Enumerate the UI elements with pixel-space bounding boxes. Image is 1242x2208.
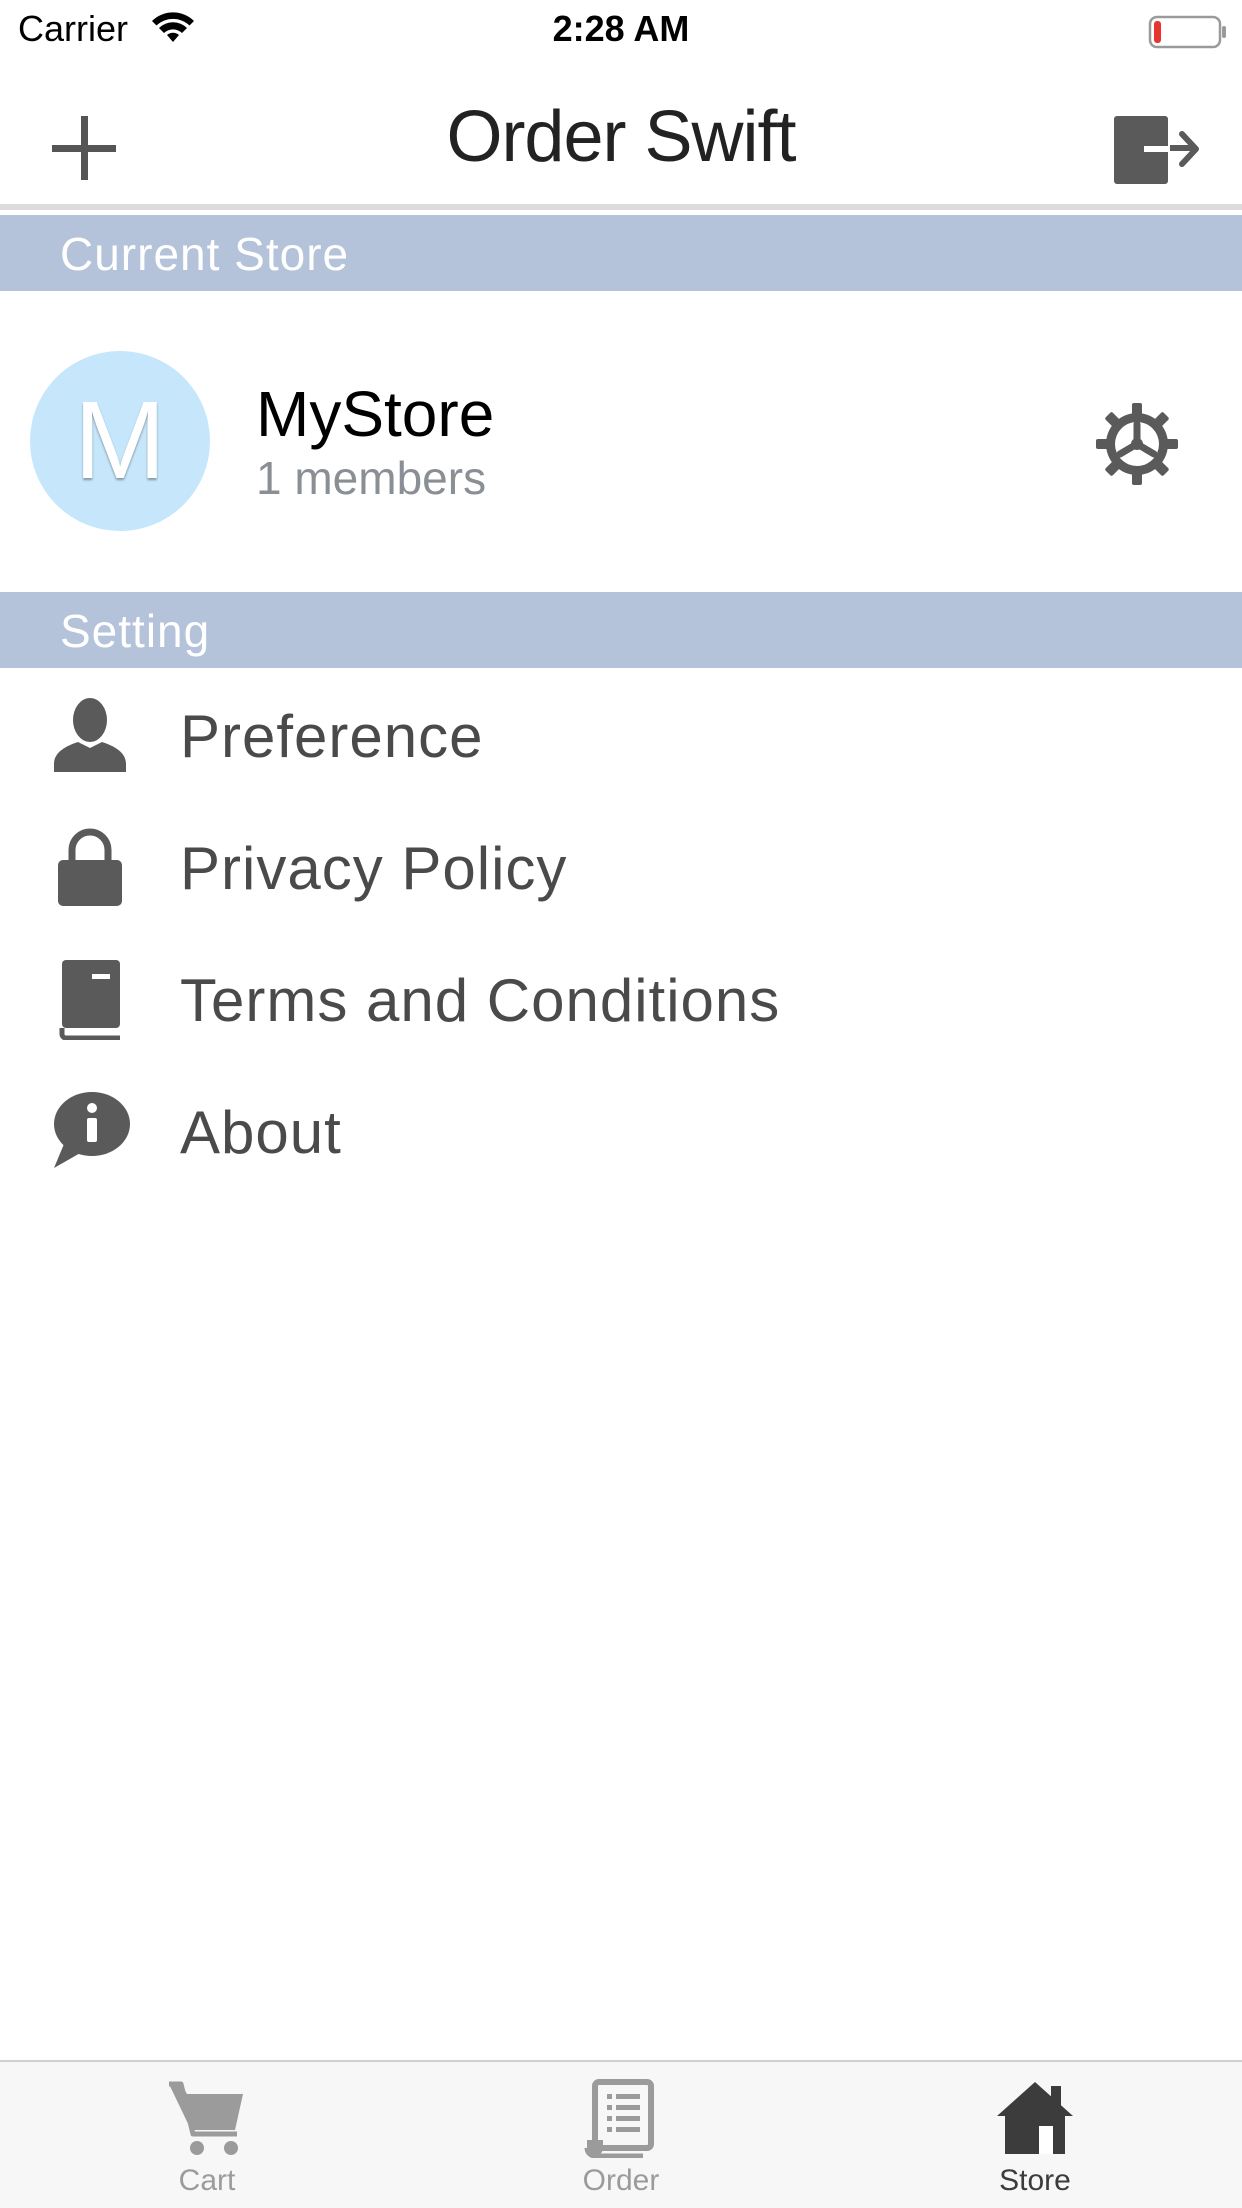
settings-item-preference[interactable]: Preference xyxy=(0,668,1242,800)
status-time: 2:28 AM xyxy=(552,8,690,49)
logout-icon[interactable] xyxy=(1104,104,1204,194)
store-name: MyStore xyxy=(256,378,495,450)
settings-item-label: About xyxy=(180,1099,342,1166)
tab-order[interactable]: Order xyxy=(414,2062,828,2208)
tab-label: Order xyxy=(582,2164,660,2197)
navigation-bar: Order Swift xyxy=(0,62,1242,210)
lock-icon xyxy=(58,828,122,906)
gear-icon[interactable] xyxy=(1094,401,1180,487)
tab-cart[interactable]: Cart xyxy=(0,2062,414,2208)
section-header-current-store: Current Store xyxy=(0,215,1242,291)
house-icon xyxy=(997,2082,1073,2154)
settings-item-privacy-policy[interactable]: Privacy Policy xyxy=(0,800,1242,932)
battery-icon xyxy=(1148,15,1226,49)
page-title: Order Swift xyxy=(446,97,796,177)
tab-bar: Cart Order Store xyxy=(0,2060,1242,2208)
receipt-icon xyxy=(584,2079,654,2158)
settings-item-terms-and-conditions[interactable]: Terms and Conditions xyxy=(0,932,1242,1064)
store-members-count: 1 members xyxy=(256,452,487,504)
info-bubble-icon xyxy=(54,1092,130,1168)
person-icon xyxy=(54,698,126,772)
section-header-setting: Setting xyxy=(0,592,1242,668)
settings-item-label: Preference xyxy=(180,703,484,770)
tab-label: Store xyxy=(999,2164,1071,2197)
tab-store[interactable]: Store xyxy=(828,2062,1242,2208)
settings-item-about[interactable]: About xyxy=(0,1064,1242,1196)
section-title: Setting xyxy=(60,605,211,657)
settings-item-label: Terms and Conditions xyxy=(180,967,781,1034)
current-store-row[interactable]: M MyStore 1 members xyxy=(0,291,1242,592)
app-screen: Carrier 2:28 AM Order Swift Current Stor… xyxy=(0,0,1242,2208)
book-icon xyxy=(59,960,120,1040)
avatar: M xyxy=(30,351,210,531)
settings-item-label: Privacy Policy xyxy=(180,835,568,902)
cart-icon xyxy=(169,2081,243,2155)
section-title: Current Store xyxy=(60,228,350,280)
tab-label: Cart xyxy=(178,2164,236,2197)
status-bar: Carrier 2:28 AM xyxy=(0,0,1242,62)
